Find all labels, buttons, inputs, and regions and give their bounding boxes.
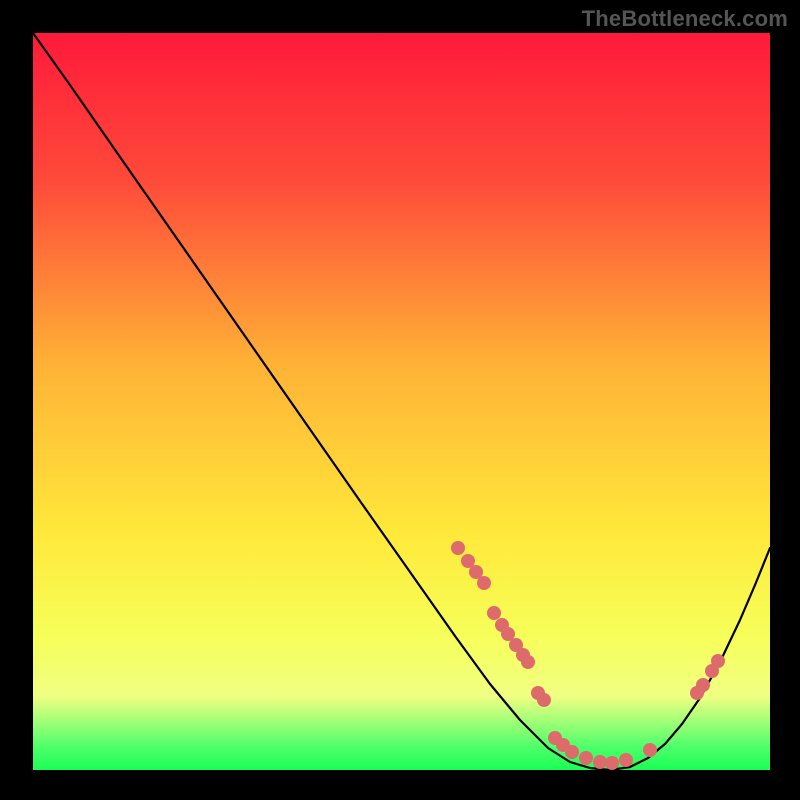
data-dot: [619, 753, 633, 767]
data-dot: [521, 655, 535, 669]
data-dot: [579, 751, 593, 765]
data-dot: [711, 654, 725, 668]
data-dot: [696, 678, 710, 692]
data-dot: [593, 755, 607, 769]
chart-background: [33, 33, 770, 770]
data-dot: [605, 756, 619, 770]
watermark-text: TheBottleneck.com: [582, 6, 788, 32]
data-dot: [565, 745, 579, 759]
data-dot: [451, 541, 465, 555]
data-dot: [477, 576, 491, 590]
chart-canvas: [0, 0, 800, 800]
data-dot: [643, 743, 657, 757]
data-dot: [487, 606, 501, 620]
data-dot: [537, 693, 551, 707]
